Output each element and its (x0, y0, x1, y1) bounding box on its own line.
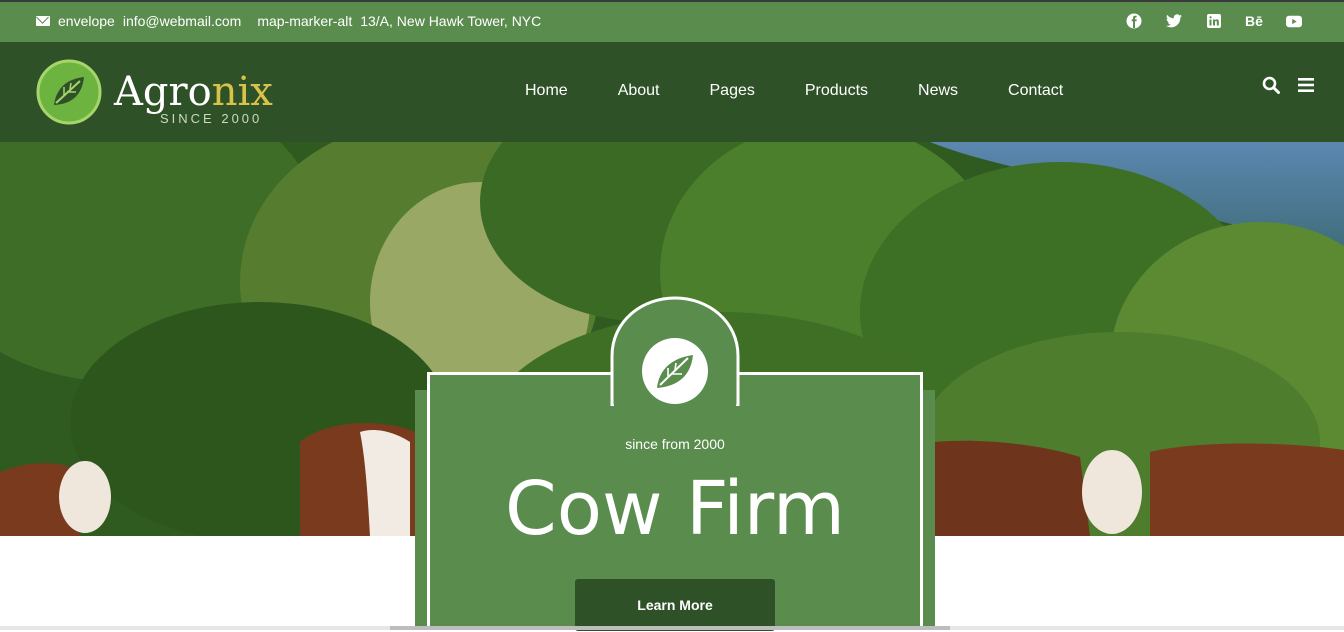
learn-more-button[interactable]: Learn More (575, 579, 775, 631)
nav-about[interactable]: About (618, 82, 660, 100)
logo-text: Agronix SINCE 2000 (114, 69, 273, 126)
behance-icon[interactable]: Bē (1245, 13, 1263, 29)
map-marker-icon-label: map-marker-alt (257, 13, 353, 29)
scrollbar-thumb[interactable] (390, 626, 950, 630)
envelope-icon (36, 16, 50, 26)
address-item: map-marker-alt 13/A, New Hawk Tower, NYC (257, 13, 541, 29)
youtube-icon[interactable] (1286, 13, 1302, 29)
facebook-icon[interactable] (1126, 13, 1142, 29)
brand-logo[interactable]: Agronix SINCE 2000 (36, 59, 273, 126)
leaf-badge-icon (642, 338, 708, 404)
main-navbar: Agronix SINCE 2000 Home About Pages Prod… (0, 42, 1344, 142)
nav-news[interactable]: News (918, 82, 958, 100)
main-menu: Home About Pages Products News Contact (500, 82, 1088, 100)
hero-title: Cow Firm (505, 466, 845, 552)
hero-card: since from 2000 Cow Firm Learn More (415, 296, 935, 632)
search-icon[interactable] (1262, 76, 1280, 94)
contact-info: envelope info@webmail.com map-marker-alt… (36, 13, 541, 29)
twitter-icon[interactable] (1166, 13, 1182, 29)
nav-pages[interactable]: Pages (710, 82, 755, 100)
menu-icon[interactable] (1298, 78, 1314, 92)
top-bar: envelope info@webmail.com map-marker-alt… (0, 0, 1344, 42)
envelope-icon-label: envelope (58, 13, 115, 29)
social-links: Bē (1126, 13, 1302, 29)
leaf-logo-icon (36, 59, 102, 125)
linkedin-icon[interactable] (1206, 13, 1222, 29)
logo-name-a: Agro (114, 69, 212, 115)
nav-icons (1262, 76, 1314, 94)
email-item[interactable]: envelope info@webmail.com (36, 13, 241, 29)
logo-tagline: SINCE 2000 (160, 111, 263, 126)
nav-contact[interactable]: Contact (1008, 82, 1063, 100)
hero-subtitle: since from 2000 (625, 436, 725, 452)
nav-home[interactable]: Home (525, 82, 568, 100)
nav-products[interactable]: Products (805, 82, 868, 100)
address-text: 13/A, New Hawk Tower, NYC (360, 13, 542, 29)
logo-name-b: nix (211, 69, 273, 115)
email-text: info@webmail.com (122, 13, 242, 29)
